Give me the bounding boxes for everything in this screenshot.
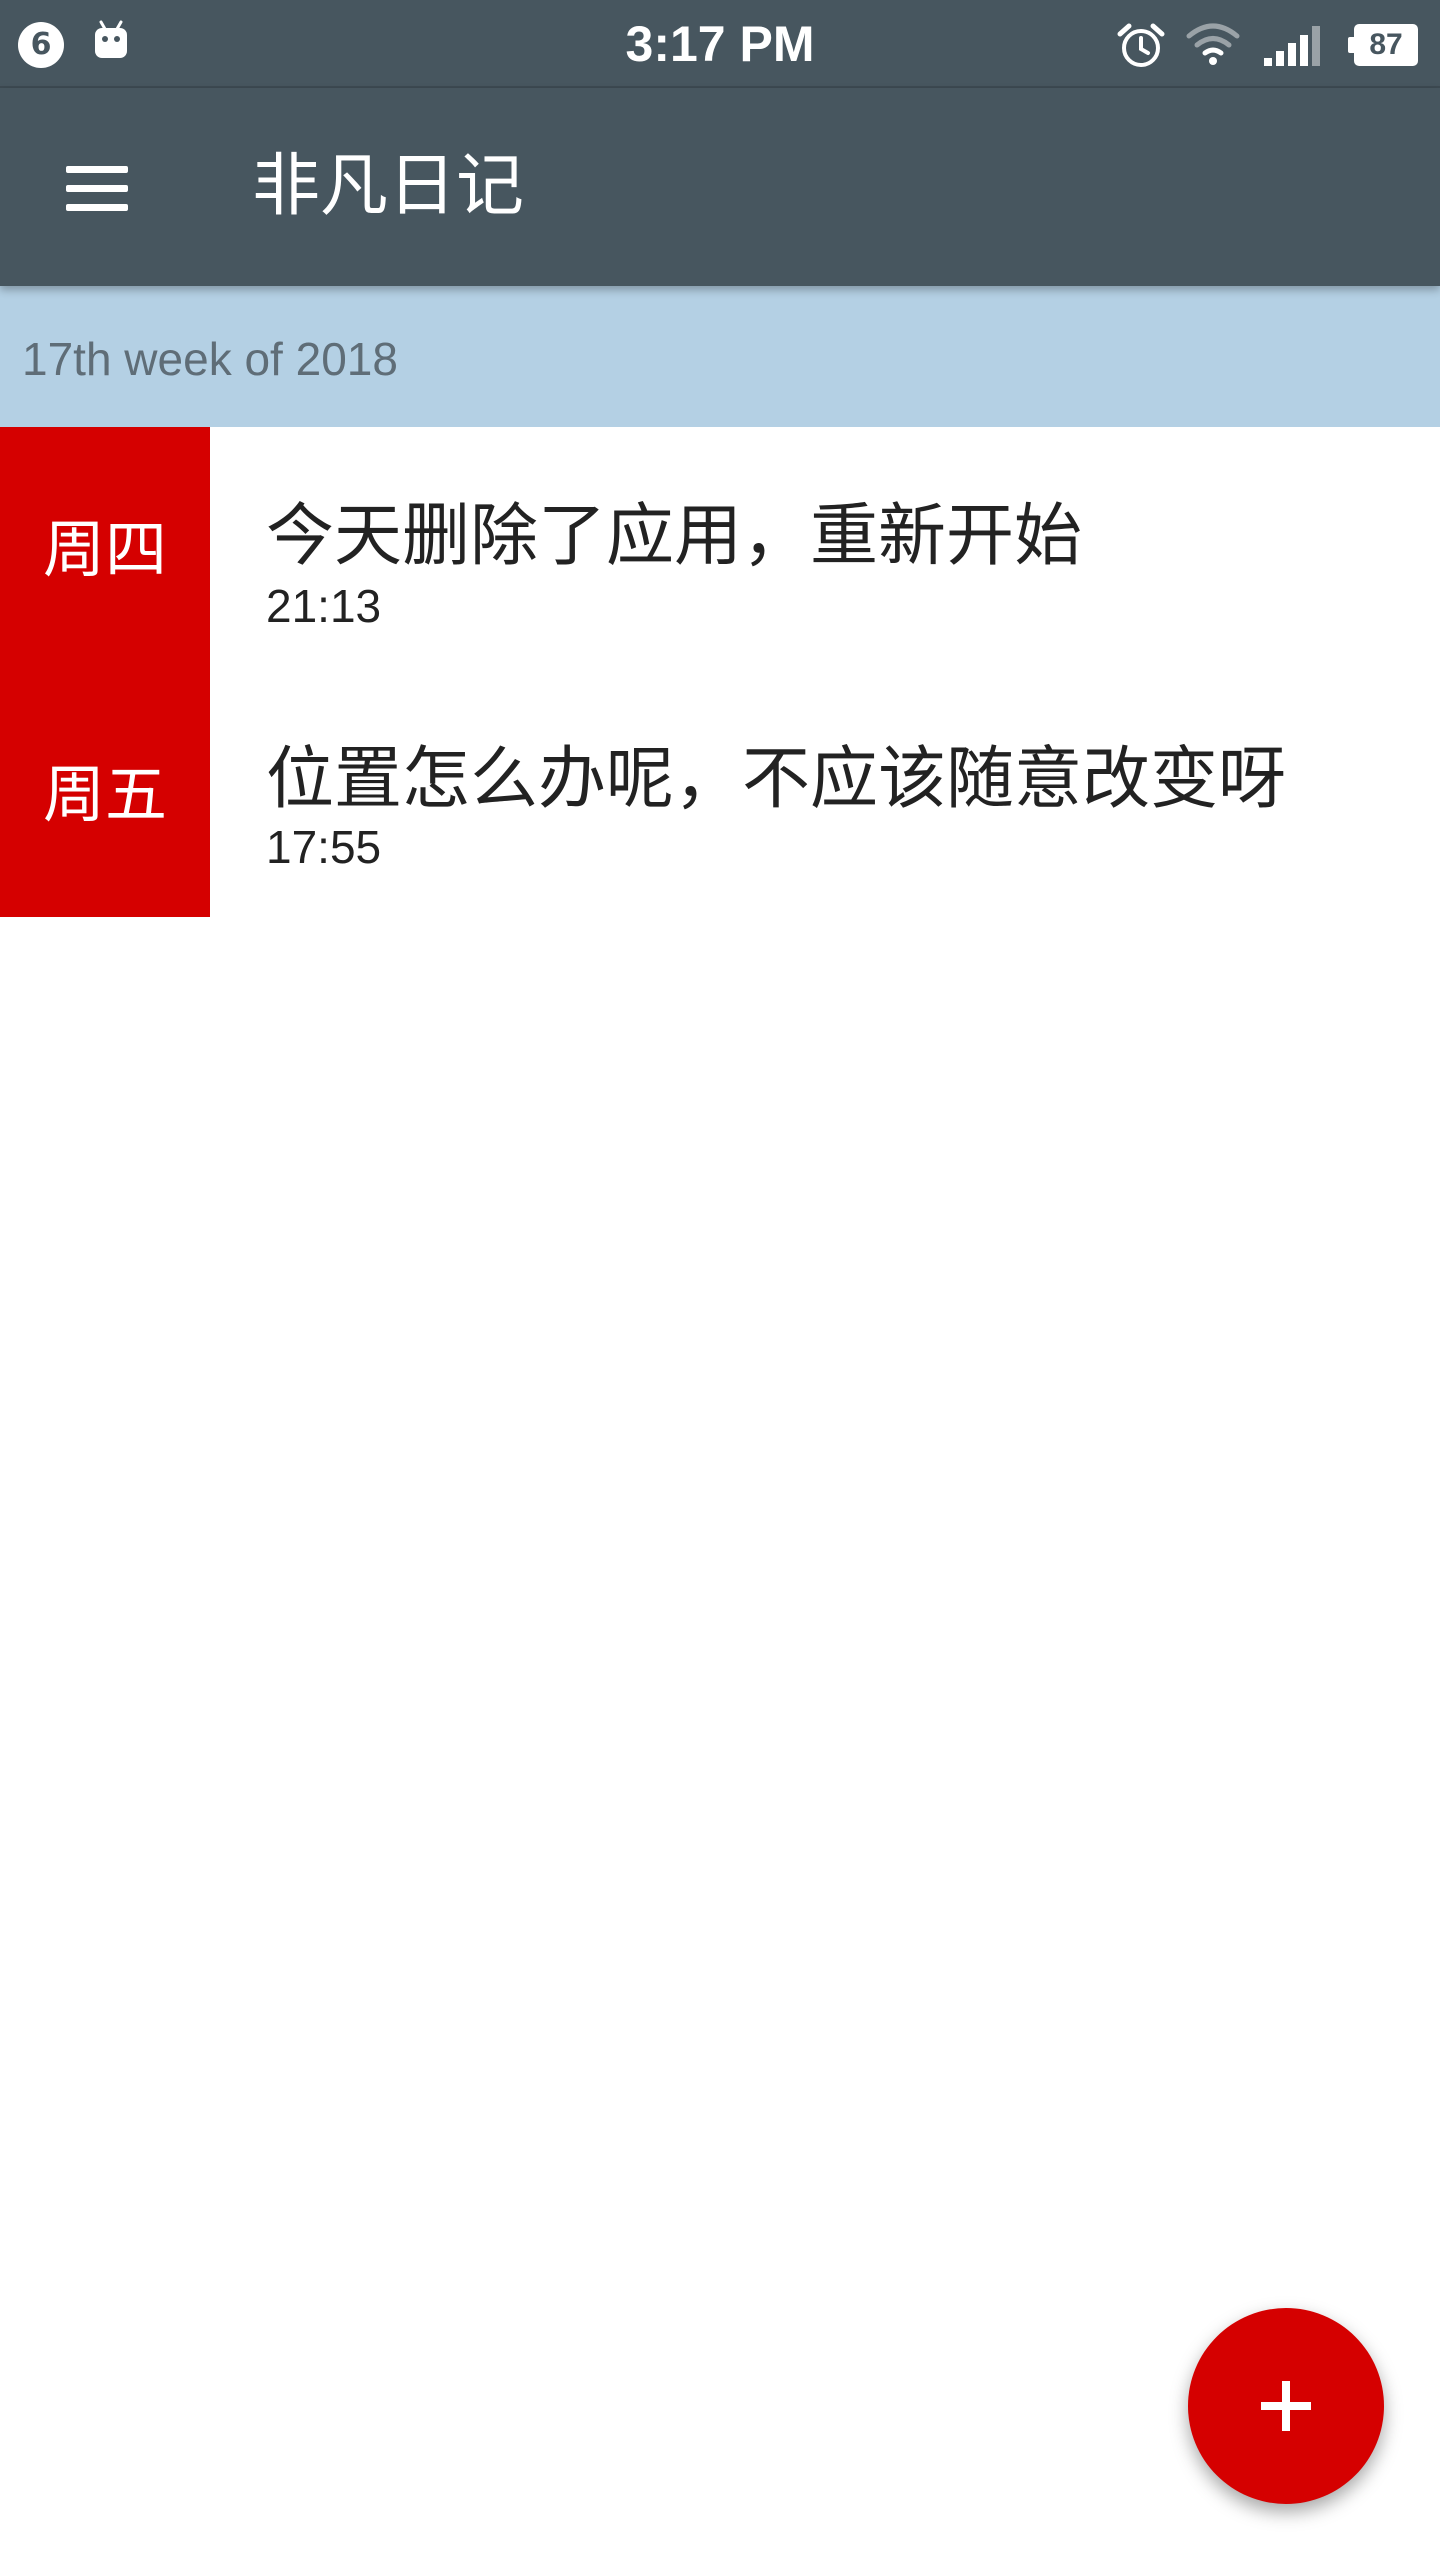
entry-title: 位置怎么办呢，不应该随意改变呀 xyxy=(266,740,1287,819)
entry-time: 17:55 xyxy=(266,821,382,873)
entry-time: 21:13 xyxy=(266,580,382,632)
hamburger-menu-icon[interactable] xyxy=(48,140,144,236)
battery-icon: 87 xyxy=(1348,24,1418,66)
diary-entry[interactable]: 周五 位置怎么办呢，不应该随意改变呀 17:55 xyxy=(0,672,1440,917)
weekday-tag: 周五 xyxy=(0,672,210,917)
status-bar: 6 3:17 PM 87 xyxy=(0,0,1440,88)
plus-icon-vertical xyxy=(1282,2381,1290,2431)
app-title: 非凡日记 xyxy=(252,147,525,226)
signal-icon xyxy=(1264,26,1320,66)
menu-bar-line xyxy=(66,166,128,173)
add-entry-button[interactable] xyxy=(1188,2308,1384,2504)
screen: 6 3:17 PM 87 非凡日记 17th week of 2018 周四 今… xyxy=(0,0,1440,2560)
entry-title: 今天删除了应用，重新开始 xyxy=(266,497,1083,576)
battery-level: 87 xyxy=(1354,24,1418,66)
week-header: 17th week of 2018 xyxy=(0,286,1440,427)
app-bar: 非凡日记 xyxy=(0,88,1440,286)
entry-list: 周四 今天删除了应用，重新开始 21:13 周五 位置怎么办呢，不应该随意改变呀… xyxy=(0,427,1440,917)
menu-bar-line xyxy=(66,204,128,211)
wifi-icon xyxy=(1186,23,1240,65)
menu-bar-line xyxy=(66,185,128,192)
weekday-tag: 周四 xyxy=(0,427,210,672)
alarm-icon xyxy=(1117,23,1165,67)
diary-entry[interactable]: 周四 今天删除了应用，重新开始 21:13 xyxy=(0,427,1440,672)
